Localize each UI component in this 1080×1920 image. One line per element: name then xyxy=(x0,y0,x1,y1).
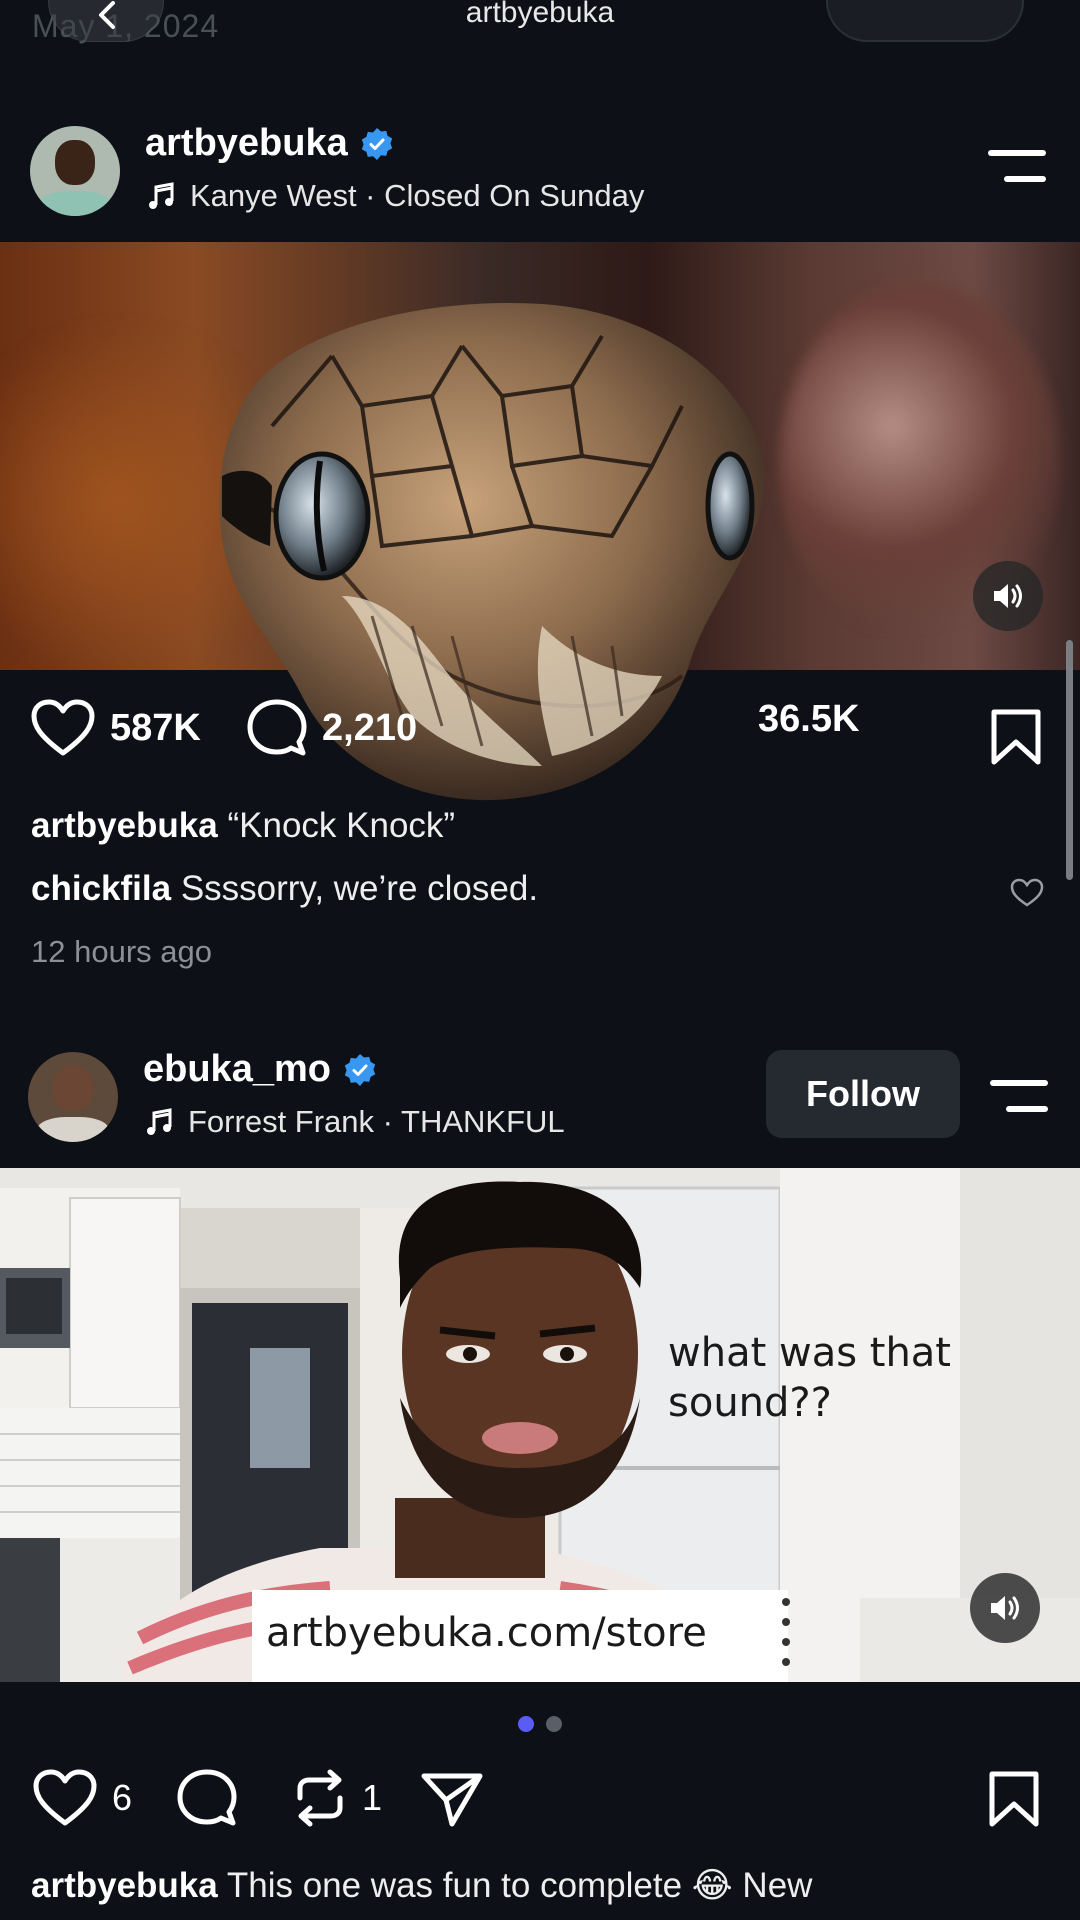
share-icon[interactable] xyxy=(420,1770,484,1828)
like-action[interactable]: 587K xyxy=(30,698,201,758)
sound-on-icon xyxy=(994,584,1022,608)
music-note-icon xyxy=(147,1108,172,1135)
music-label[interactable]: Kanye West · Closed On Sunday xyxy=(190,178,644,214)
verified-badge-icon xyxy=(344,1053,376,1086)
heart-icon xyxy=(31,699,95,756)
store-url-text: artbyebuka.com/store xyxy=(266,1610,707,1656)
heart-icon xyxy=(33,1769,97,1826)
sound-on-icon xyxy=(991,1596,1019,1620)
repost-count: 1 xyxy=(362,1777,383,1818)
post-actions: 587K 2,210 36.5K xyxy=(0,698,1080,778)
bookmark-icon[interactable] xyxy=(990,708,1042,766)
like-count: 587K xyxy=(110,706,201,749)
follow-button[interactable]: Follow xyxy=(766,1050,960,1138)
carousel-indicator xyxy=(518,1716,562,1732)
menu-icon[interactable] xyxy=(990,1080,1048,1114)
post-header: artbyebuka Kanye West · Closed On Sunday xyxy=(0,120,1080,230)
avatar[interactable] xyxy=(28,1052,118,1142)
music-label[interactable]: Forrest Frank · THANKFUL xyxy=(188,1104,565,1140)
post-username[interactable]: artbyebuka xyxy=(145,122,348,165)
sound-toggle-button[interactable] xyxy=(970,1573,1040,1643)
carousel-dot-active[interactable] xyxy=(518,1716,534,1732)
verified-badge-icon xyxy=(361,127,392,160)
comment-count: 2,210 xyxy=(322,706,418,749)
comment-action[interactable]: 2,210 xyxy=(246,698,417,758)
comment-icon xyxy=(247,699,307,756)
sound-toggle-button[interactable] xyxy=(973,561,1043,631)
music-note-icon xyxy=(149,182,174,209)
share-count: 36.5K xyxy=(758,698,860,740)
overlay-text: sound?? xyxy=(668,1380,832,1426)
caption-username[interactable]: artbyebuka xyxy=(31,806,218,845)
comment-icon[interactable] xyxy=(176,1768,238,1828)
share-count-action[interactable]: 36.5K xyxy=(758,698,859,741)
like-action[interactable]: 6 xyxy=(32,1768,132,1828)
like-count: 6 xyxy=(112,1777,133,1818)
caption-text: This one was fun to complete 😂 New xyxy=(226,1866,813,1905)
scrollbar[interactable] xyxy=(1066,640,1073,880)
repost-action[interactable]: 1 xyxy=(292,1768,382,1828)
caption-text: “Knock Knock” xyxy=(227,806,456,845)
comment-text: Ssssorry, we’re closed. xyxy=(180,869,539,908)
comment-username[interactable]: chickfila xyxy=(31,869,171,908)
post-actions: 6 1 xyxy=(0,1768,1080,1848)
caption-username[interactable]: artbyebuka xyxy=(31,1866,218,1905)
menu-icon[interactable] xyxy=(988,150,1046,184)
overlay-text: what was that xyxy=(668,1330,951,1376)
post-username[interactable]: ebuka_mo xyxy=(143,1048,331,1091)
top-comment: chickfila Ssssorry, we’re closed. xyxy=(31,869,538,909)
post-timestamp: 12 hours ago xyxy=(31,934,212,969)
avatar[interactable] xyxy=(30,126,120,216)
post-caption: artbyebuka “Knock Knock” xyxy=(31,806,455,846)
post-video[interactable]: what was that sound?? artbyebuka.com/sto… xyxy=(0,1168,1080,1682)
top-bar: May 1, 2024 artbyebuka xyxy=(0,0,1080,60)
kitchen-scene-image: what was that sound?? artbyebuka.com/sto… xyxy=(0,1168,1080,1682)
bookmark-icon[interactable] xyxy=(988,1770,1040,1828)
header-action-pill[interactable] xyxy=(826,0,1024,42)
carousel-dot[interactable] xyxy=(546,1716,562,1732)
repost-icon xyxy=(297,1769,343,1827)
post-caption: artbyebuka This one was fun to complete … xyxy=(31,1866,812,1906)
comment-like-heart-icon[interactable] xyxy=(1010,878,1044,908)
